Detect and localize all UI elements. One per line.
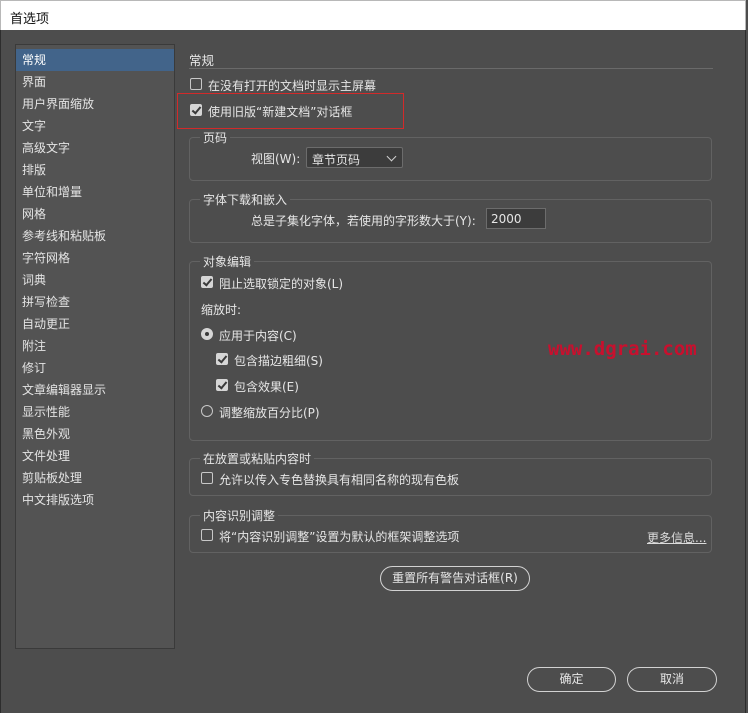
cancel-button[interactable]: 取消	[627, 667, 717, 692]
view-select-value: 章节页码	[312, 153, 361, 167]
prevent-locked-checkbox[interactable]	[201, 276, 213, 288]
highlight-box	[177, 93, 404, 129]
watermark-text: www.dgrai.com	[548, 338, 697, 360]
adjust-percent-radio[interactable]	[201, 405, 213, 417]
more-info-link[interactable]: 更多信息...	[647, 529, 706, 546]
sidebar-item-notes[interactable]: 附注	[16, 335, 174, 357]
allow-spot-checkbox[interactable]	[201, 472, 213, 484]
sidebar-item-black-appearance[interactable]: 黑色外观	[16, 423, 174, 445]
subset-threshold-input[interactable]: 2000	[486, 208, 546, 229]
view-select[interactable]: 章节页码	[306, 147, 403, 168]
sidebar-item-advanced-type[interactable]: 高级文字	[16, 137, 174, 159]
include-stroke-label: 包含描边粗细(S)	[234, 354, 323, 368]
sidebar-item-cjk-composition[interactable]: 中文排版选项	[16, 489, 174, 511]
title-divider	[189, 68, 713, 69]
subset-threshold-value: 2000	[491, 212, 522, 226]
sidebar-item-dictionary[interactable]: 词典	[16, 269, 174, 291]
font-download-title: 字体下载和嵌入	[200, 191, 291, 208]
view-label: 视图(W):	[251, 152, 301, 166]
chevron-down-icon	[386, 151, 397, 162]
subset-label: 总是子集化字体，若使用的字形数大于(Y):	[251, 214, 476, 228]
sidebar-item-units[interactable]: 单位和增量	[16, 181, 174, 203]
object-editing-title: 对象编辑	[200, 253, 255, 270]
apply-content-radio[interactable]	[201, 328, 213, 340]
ok-button[interactable]: 确定	[527, 667, 616, 692]
page-title: 常规	[189, 53, 215, 68]
sidebar-item-file-handling[interactable]: 文件处理	[16, 445, 174, 467]
window-title: 首选项	[10, 12, 50, 27]
placing-pasting-title: 在放置或粘贴内容时	[200, 450, 315, 467]
sidebar-item-interface[interactable]: 界面	[16, 71, 174, 93]
adjust-percent-label: 调整缩放百分比(P)	[219, 406, 320, 420]
sidebar-item-ui-scaling[interactable]: 用户界面缩放	[16, 93, 174, 115]
sidebar-item-grids[interactable]: 网格	[16, 203, 174, 225]
sidebar: 常规 界面 用户界面缩放 文字 高级文字 排版 单位和增量 网格 参考线和粘贴板…	[15, 44, 175, 649]
reset-warnings-button[interactable]: 重置所有警告对话框(R)	[380, 566, 530, 591]
content-aware-label: 将“内容识别调整”设置为默认的框架调整选项	[219, 530, 460, 544]
include-stroke-checkbox[interactable]	[216, 353, 228, 365]
scaling-label: 缩放时:	[201, 303, 242, 317]
allow-spot-label: 允许以传入专色替换具有相同名称的现有色板	[219, 473, 460, 487]
content-aware-title: 内容识别调整	[200, 507, 279, 524]
sidebar-item-track-changes[interactable]: 修订	[16, 357, 174, 379]
content-aware-checkbox[interactable]	[201, 529, 213, 541]
title-bar: 首选项	[0, 0, 746, 30]
sidebar-item-type[interactable]: 文字	[16, 115, 174, 137]
sidebar-item-frame-grid[interactable]: 字符网格	[16, 247, 174, 269]
include-effects-label: 包含效果(E)	[234, 380, 299, 394]
prevent-locked-label: 阻止选取锁定的对象(L)	[219, 277, 344, 291]
sidebar-item-general[interactable]: 常规	[16, 49, 174, 71]
sidebar-item-composition[interactable]: 排版	[16, 159, 174, 181]
sidebar-item-autocorrect[interactable]: 自动更正	[16, 313, 174, 335]
no-doc-home-checkbox[interactable]	[190, 78, 202, 90]
sidebar-item-story-editor[interactable]: 文章编辑器显示	[16, 379, 174, 401]
include-effects-checkbox[interactable]	[216, 379, 228, 391]
apply-content-label: 应用于内容(C)	[219, 329, 297, 343]
no-doc-home-label: 在没有打开的文档时显示主屏幕	[208, 79, 377, 93]
sidebar-item-clipboard[interactable]: 剪贴板处理	[16, 467, 174, 489]
sidebar-item-display-performance[interactable]: 显示性能	[16, 401, 174, 423]
sidebar-item-guides[interactable]: 参考线和粘贴板	[16, 225, 174, 247]
sidebar-item-spelling[interactable]: 拼写检查	[16, 291, 174, 313]
page-numbering-title: 页码	[200, 129, 231, 146]
